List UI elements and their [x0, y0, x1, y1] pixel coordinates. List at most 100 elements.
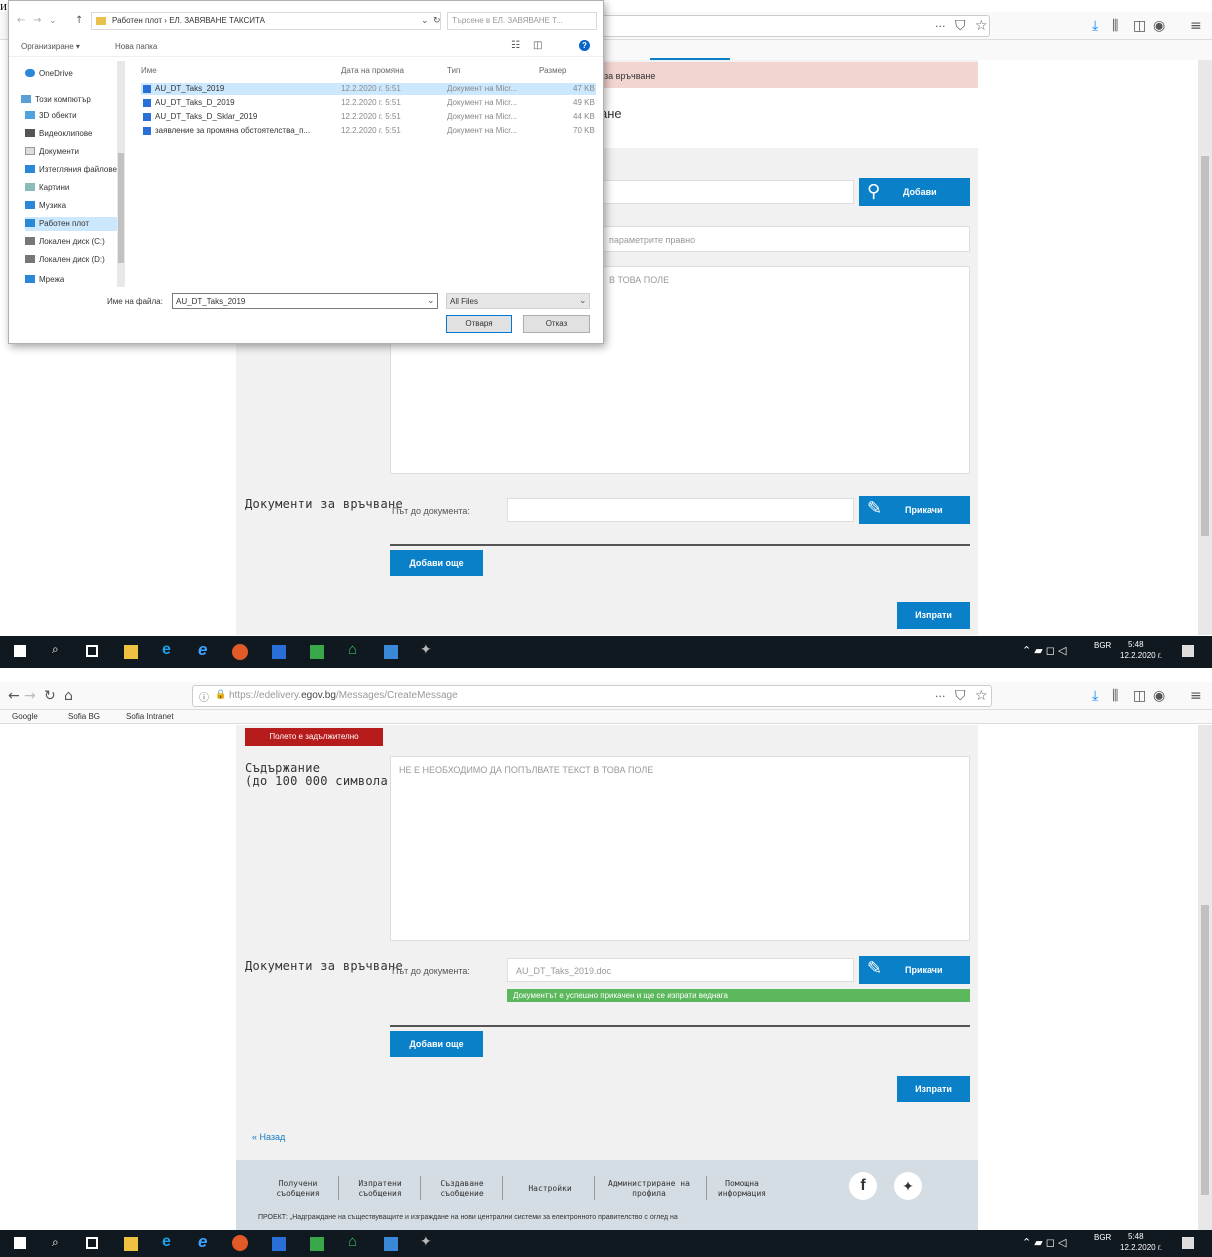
nav-item-this-pc[interactable]: Този компютър: [21, 93, 91, 107]
firefox-icon[interactable]: [232, 644, 248, 660]
column-name[interactable]: Име: [141, 65, 157, 77]
file-explorer-icon[interactable]: [124, 645, 138, 659]
app-icon-2[interactable]: [384, 1237, 398, 1251]
path-input[interactable]: AU_DT_Taks_2019.doc: [507, 958, 854, 982]
pocket-icon[interactable]: ⛉: [955, 688, 966, 704]
footer-link[interactable]: Помощна информация: [706, 1179, 778, 1199]
home-icon[interactable]: ⌂: [64, 688, 73, 704]
content-textarea[interactable]: В ТОВА ПОЛЕ: [600, 266, 970, 474]
nav-item-onedrive[interactable]: OneDrive: [25, 67, 73, 81]
open-button[interactable]: Отваря: [446, 315, 512, 333]
word-icon[interactable]: [272, 1237, 286, 1251]
app-house-icon[interactable]: ⌂: [348, 1233, 362, 1250]
up-arrow-icon[interactable]: ↑: [75, 13, 83, 29]
address-bar[interactable]: [600, 15, 990, 37]
view-options-icon[interactable]: ☷: [511, 38, 520, 54]
filename-dropdown-icon[interactable]: ⌄: [427, 293, 435, 309]
bookmark-sofia-bg[interactable]: Sofia BG: [68, 712, 100, 721]
menu-icon[interactable]: ≡: [1190, 18, 1202, 34]
extension-icon[interactable]: ◉: [1153, 688, 1165, 704]
attach-button[interactable]: ✎ Прикачи: [859, 956, 970, 984]
footer-link[interactable]: Настройки: [514, 1184, 586, 1194]
bookmark-star-icon[interactable]: ☆: [975, 688, 988, 704]
app-house-icon[interactable]: ⌂: [348, 641, 362, 658]
nav-item-pictures[interactable]: Картини: [25, 181, 69, 195]
recipient-input[interactable]: [600, 180, 854, 204]
back-link[interactable]: « Назад: [252, 1132, 285, 1142]
twitter-icon[interactable]: ✦: [894, 1172, 922, 1200]
footer-link[interactable]: Администриране на профила: [600, 1179, 698, 1199]
scrollbar[interactable]: [1198, 60, 1212, 635]
file-row[interactable]: AU_DT_Taks_D_2019 12.2.2020 г. 5:51 Докуме…: [141, 97, 596, 109]
subject-input[interactable]: параметрите правно: [600, 226, 970, 252]
search-icon[interactable]: ⌕: [52, 642, 66, 656]
refresh-icon[interactable]: ↻: [433, 13, 441, 29]
send-button[interactable]: Изпрати: [897, 1076, 970, 1102]
nav-scrollbar-thumb[interactable]: [118, 153, 124, 263]
menu-icon[interactable]: ≡: [1190, 688, 1202, 704]
column-date[interactable]: Дата на промяна: [341, 65, 404, 77]
page-actions-icon[interactable]: ···: [935, 689, 946, 705]
bookmark-sofia-intranet[interactable]: Sofia Intranet: [126, 712, 174, 721]
library-icon[interactable]: ⫼: [1112, 18, 1118, 34]
send-button[interactable]: Изпрати: [897, 602, 970, 629]
tray-icons[interactable]: ⌃ ▰ ◻ ◁: [1022, 1238, 1066, 1249]
edge-icon[interactable]: e: [162, 1233, 176, 1250]
notifications-icon[interactable]: [1182, 645, 1194, 657]
dropdown-icon[interactable]: ⌄: [421, 13, 429, 29]
nav-item-videos[interactable]: Видеоклипове: [25, 127, 93, 141]
extension-icon[interactable]: ◉: [1153, 18, 1165, 34]
file-explorer-icon[interactable]: [124, 1237, 138, 1251]
sidebar-icon[interactable]: ◫: [1133, 688, 1146, 704]
help-icon[interactable]: ?: [579, 40, 590, 51]
page-actions-icon[interactable]: ···: [935, 19, 946, 35]
nav-item-network[interactable]: Мрежа: [25, 275, 64, 285]
internet-explorer-icon[interactable]: e: [198, 640, 212, 659]
path-input[interactable]: [507, 498, 854, 522]
tray-icons[interactable]: ⌃ ▰ ◻ ◁: [1022, 646, 1066, 657]
language-indicator[interactable]: BGR: [1094, 641, 1111, 651]
forward-icon[interactable]: →: [24, 688, 36, 704]
scrollbar[interactable]: [1198, 725, 1212, 1230]
language-indicator[interactable]: BGR: [1094, 1233, 1111, 1243]
app-icon-3[interactable]: ✦: [420, 1233, 434, 1249]
footer-link[interactable]: Създаване съобщение: [430, 1179, 494, 1199]
filetype-select[interactable]: All Files: [446, 293, 590, 309]
column-size[interactable]: Размер: [539, 65, 567, 77]
file-row[interactable]: AU_DT_Taks_D_Sklar_2019 12.2.2020 г. 5:51…: [141, 111, 596, 123]
file-row[interactable]: заявление за промяна обстоятелства_п... 1…: [141, 125, 596, 137]
sidebar-icon[interactable]: ◫: [1133, 18, 1146, 34]
back-icon[interactable]: ←: [8, 688, 20, 704]
content-textarea[interactable]: НЕ Е НЕОБХОДИМО ДА ПОПЪЛВАТЕ ТЕКСТ В ТОВ…: [390, 756, 970, 941]
filename-input[interactable]: AU_DT_Taks_2019: [172, 293, 438, 309]
breadcrumb[interactable]: Работен плот › ЕЛ. ЗАВЯВАНЕ ТАКСИТА: [91, 12, 441, 30]
nav-item-music[interactable]: Музика: [25, 199, 66, 213]
edge-icon[interactable]: e: [162, 641, 176, 658]
recent-locations-icon[interactable]: ⌄: [49, 13, 57, 29]
nav-item-downloads[interactable]: Изтегляния файлове: [25, 163, 117, 177]
add-more-button[interactable]: Добави още: [390, 1031, 483, 1057]
preview-pane-icon[interactable]: ◫: [533, 38, 542, 54]
task-view-icon[interactable]: [86, 1237, 98, 1249]
attach-button[interactable]: ✎ Прикачи: [859, 496, 970, 524]
address-bar[interactable]: ⓘ 🔒 https://edelivery.egov.bg/Messages/C…: [192, 685, 992, 707]
word-icon[interactable]: [272, 645, 286, 659]
file-row[interactable]: AU_DT_Taks_2019 12.2.2020 г. 5:51 Документ…: [141, 83, 596, 95]
forward-arrow-icon[interactable]: →: [33, 13, 41, 29]
clock-time[interactable]: 5:48: [1128, 640, 1144, 650]
nav-item-local-disk-c[interactable]: Локален диск (C:): [25, 235, 105, 249]
task-view-icon[interactable]: [86, 645, 98, 657]
notifications-icon[interactable]: [1182, 1237, 1194, 1249]
pocket-icon[interactable]: ⛉: [955, 18, 966, 34]
add-more-button[interactable]: Добави още: [390, 550, 483, 576]
app-icon-2[interactable]: [384, 645, 398, 659]
reload-icon[interactable]: ↻: [44, 688, 56, 704]
bookmark-google[interactable]: Google: [12, 712, 38, 721]
nav-item-3d-objects[interactable]: 3D обекти: [25, 109, 77, 123]
facebook-icon[interactable]: f: [849, 1172, 877, 1200]
clock-time[interactable]: 5:48: [1128, 1232, 1144, 1242]
scrollbar-thumb[interactable]: [1201, 156, 1209, 536]
clock-date[interactable]: 12.2.2020 г.: [1120, 651, 1162, 661]
windows-start-icon[interactable]: [14, 645, 26, 657]
app-icon-3[interactable]: ✦: [420, 641, 434, 657]
